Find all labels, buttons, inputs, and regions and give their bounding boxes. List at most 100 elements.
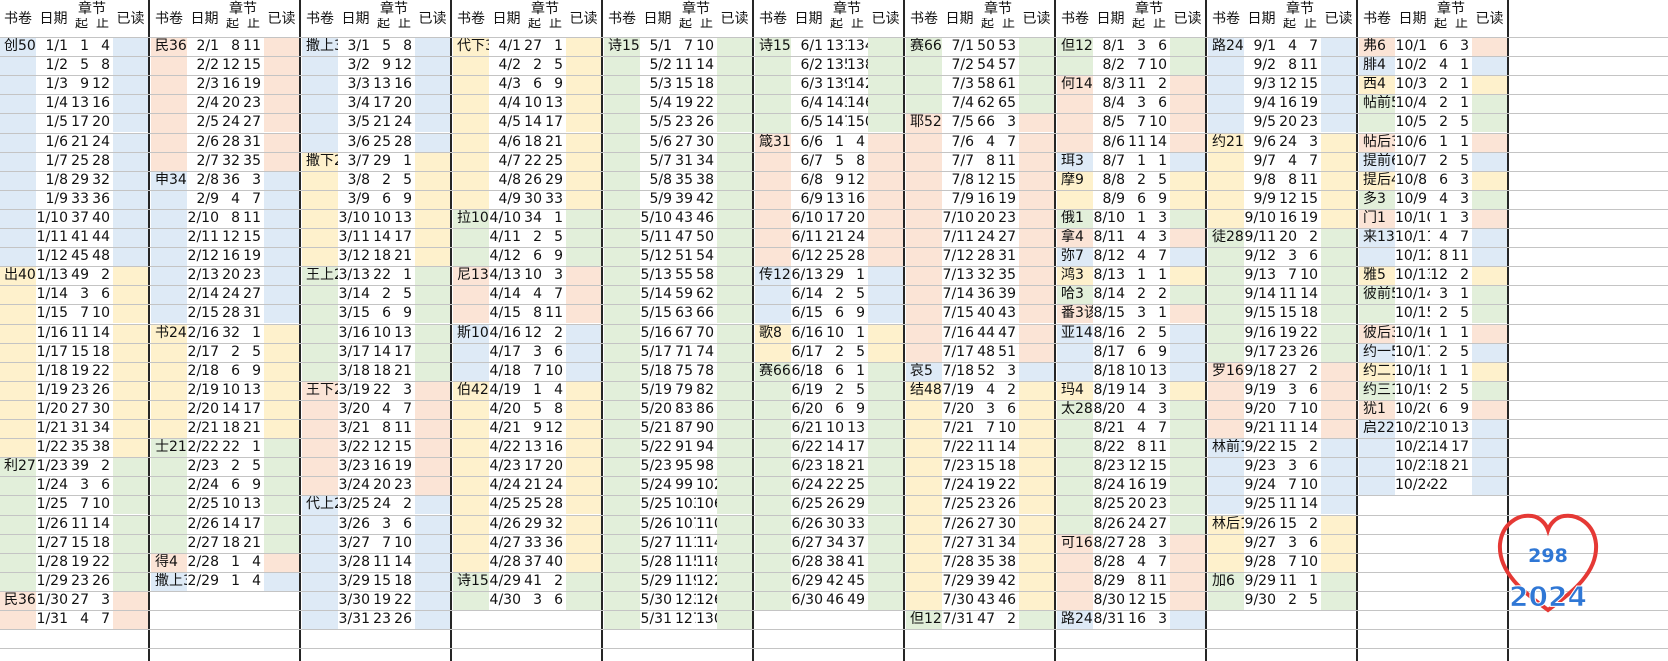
- date-cell: 6/29: [791, 571, 826, 591]
- date-cell: 3/14: [338, 285, 373, 305]
- date-cell: 9/29: [1244, 571, 1279, 591]
- chapter-from: 27: [71, 590, 92, 610]
- read-cell: [264, 170, 299, 190]
- read-cell: [113, 342, 148, 362]
- chapter-to: 35: [998, 266, 1019, 286]
- chapter-to: 54: [696, 247, 717, 267]
- date-cell: 6/9: [791, 189, 826, 209]
- read-cell: [1170, 132, 1205, 152]
- chapter-to: 5: [1451, 151, 1472, 171]
- read-cell: [264, 514, 299, 534]
- chapter-from: 32: [222, 323, 243, 343]
- chapter-to: 62: [696, 285, 717, 305]
- grid-line: [0, 266, 1668, 268]
- date-cell: 9/18: [1244, 361, 1279, 381]
- chapter-to: 6: [92, 285, 113, 305]
- date-cell: 4/17: [489, 342, 524, 362]
- read-cell: [1019, 189, 1054, 209]
- date-cell: 2/13: [187, 266, 222, 286]
- chapter-from: 95: [675, 457, 696, 477]
- date-cell: 1/6: [36, 132, 71, 152]
- chapter-from: 1: [222, 552, 243, 572]
- book-cell: 俄1: [1057, 208, 1093, 228]
- date-cell: 2/18: [187, 361, 222, 381]
- chapter-to: 16: [92, 94, 113, 114]
- chapter-to: 45: [847, 571, 868, 591]
- chapter-from: 13: [826, 189, 847, 209]
- read-cell: [1019, 94, 1054, 114]
- chapter-to: 8: [394, 37, 415, 57]
- read-cell: [415, 361, 450, 381]
- chapter-from: 66: [977, 113, 998, 133]
- chapter-from: 45: [71, 247, 92, 267]
- chapter-to: 14: [696, 56, 717, 76]
- book-cell: 亚14: [1057, 323, 1093, 381]
- chapter-from: 28: [977, 247, 998, 267]
- chapter-from: 1: [1430, 361, 1451, 381]
- read-cell: [868, 495, 903, 515]
- chapter-from: 11: [1279, 419, 1300, 439]
- date-cell: 7/21: [942, 419, 977, 439]
- chapter-from: 4: [1128, 247, 1149, 267]
- chapter-to: 3: [243, 170, 264, 190]
- chapter-to: 14: [998, 438, 1019, 458]
- read-cell: [1321, 457, 1356, 477]
- read-cell: [1321, 552, 1356, 572]
- chapter-from: 23: [373, 610, 394, 630]
- date-cell: 3/16: [338, 323, 373, 343]
- date-cell: 4/4: [489, 94, 524, 114]
- read-cell: [1321, 285, 1356, 305]
- read-cell: [1472, 132, 1507, 152]
- date-cell: 5/2: [640, 56, 675, 76]
- read-cell: [113, 476, 148, 496]
- chapter-from: 40: [977, 304, 998, 324]
- chapter-to: 2: [1300, 514, 1321, 534]
- chapter-to: 19: [243, 75, 264, 95]
- book-cell: 约一5: [1359, 342, 1395, 362]
- read-cell: [415, 552, 450, 572]
- date-cell: 1/16: [36, 323, 71, 343]
- date-cell: 5/24: [640, 476, 675, 496]
- date-cell: 5/30: [640, 590, 675, 610]
- chapter-from: 18: [222, 533, 243, 553]
- chapter-from: 47: [977, 610, 998, 630]
- read-cell: [566, 228, 601, 248]
- read-cell: [868, 419, 903, 439]
- chapter-from: 131: [826, 37, 847, 57]
- date-cell: 4/1: [489, 37, 524, 57]
- date-cell: 9/22: [1244, 438, 1279, 458]
- chapter-to: 31: [998, 247, 1019, 267]
- chapter-to: 26: [696, 113, 717, 133]
- read-cell: [566, 361, 601, 381]
- chapter-from: 2: [1128, 285, 1149, 305]
- date-cell: 7/12: [942, 247, 977, 267]
- date-cell: 9/11: [1244, 228, 1279, 248]
- chapter-to: 2: [1149, 285, 1170, 305]
- date-cell: 10/3: [1395, 75, 1430, 95]
- date-cell: 5/26: [640, 514, 675, 534]
- date-cell: 7/24: [942, 476, 977, 496]
- chapter-to: 19: [243, 247, 264, 267]
- date-cell: 3/2: [338, 56, 373, 76]
- date-cell: 9/27: [1244, 533, 1279, 553]
- chapter-to: 7: [1149, 247, 1170, 267]
- chapter-to: 49: [847, 590, 868, 610]
- date-cell: 5/3: [640, 75, 675, 95]
- read-cell: [264, 571, 299, 591]
- read-cell: [717, 399, 752, 419]
- chapter-from: 23: [675, 113, 696, 133]
- chapter-from: 2: [524, 56, 545, 76]
- date-cell: 8/10: [1093, 208, 1128, 228]
- header-read: 已读: [871, 10, 900, 27]
- chapter-from: 2: [826, 342, 847, 362]
- chapter-to: 98: [696, 457, 717, 477]
- date-cell: 1/15: [36, 304, 71, 324]
- chapter-from: 1: [1128, 208, 1149, 228]
- date-cell: 3/15: [338, 304, 373, 324]
- chapter-from: 1: [1128, 266, 1149, 286]
- date-cell: 10/23: [1395, 457, 1430, 477]
- chapter-to: 30: [92, 399, 113, 419]
- chapter-from: 2: [524, 228, 545, 248]
- chapter-from: 24: [977, 228, 998, 248]
- book-cell: 番3该2: [1057, 304, 1093, 324]
